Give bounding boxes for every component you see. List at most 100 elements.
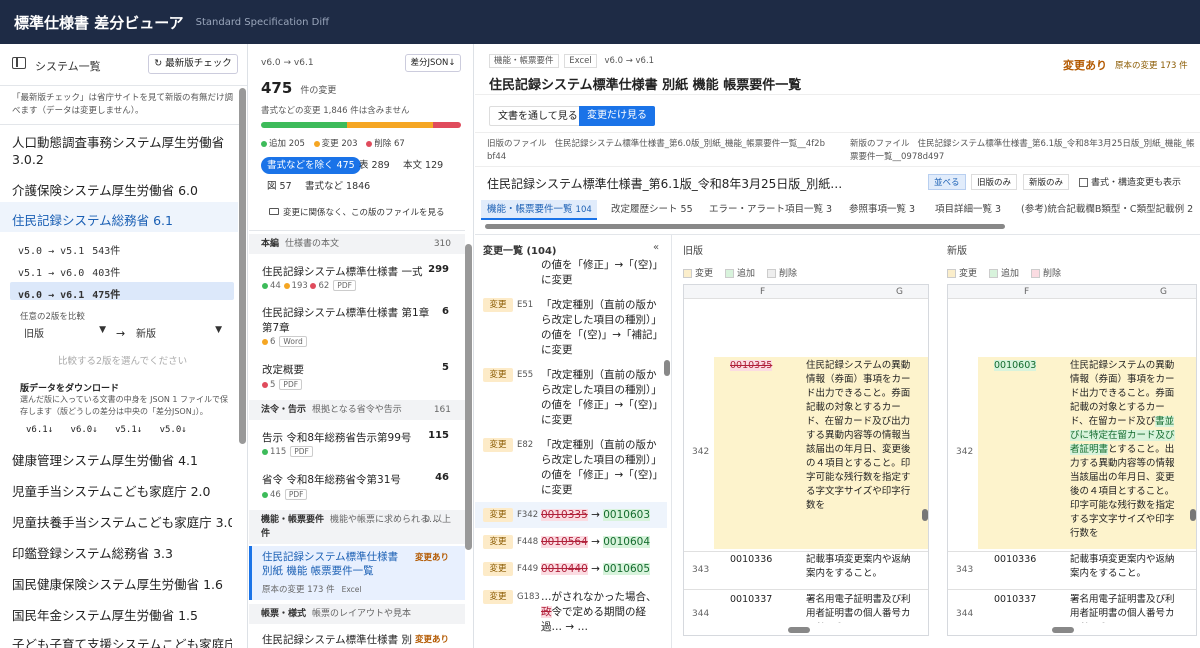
file-item[interactable]: 住民記録システム標準仕様書 第1章 第7章	[262, 306, 432, 336]
file-item[interactable]: 省令 令和8年総務省令第31号	[262, 472, 401, 487]
system-item[interactable]: 健康管理システム厚生労働省 4.1	[12, 450, 232, 469]
new-version-select[interactable]: 新版 ▼	[136, 326, 222, 344]
chevron-down-icon: ▼	[99, 325, 106, 335]
file-item[interactable]: 改定概要	[262, 362, 304, 377]
compare-label: 任意の2版を比較	[20, 312, 85, 322]
sheet-header-row	[684, 285, 928, 299]
change-ratio-bar	[261, 122, 461, 128]
change-item[interactable]: 変更 E55 「改定種別（直前の版から改定した項目の種別）」の値を「修正」→「(空)…	[475, 368, 667, 432]
sidebar-toggle-icon[interactable]	[12, 57, 26, 69]
download-title: 版データをダウンロード	[20, 384, 120, 394]
tabs-scrollbar[interactable]	[485, 224, 1005, 229]
tab-sheet[interactable]: 改定履歴シート 55	[611, 200, 693, 220]
version-item[interactable]: v5.0 → v5.1 543件	[18, 242, 120, 257]
new-sheet-hscroll[interactable]	[1052, 627, 1074, 633]
changes-scrollbar[interactable]	[664, 360, 670, 376]
download-link[interactable]: v5.0↓	[160, 425, 187, 435]
filter-chip-selected[interactable]: 書式などを除く 475	[261, 157, 361, 174]
system-item[interactable]: 国民健康保険システム厚生労働省 1.6	[12, 574, 232, 593]
file-item[interactable]: 住民記録システム標準仕様書 別紙 機能 帳票要件一覧	[262, 550, 412, 578]
system-item[interactable]: 介護保険システム厚生労働省 6.0	[12, 180, 232, 199]
change-item[interactable]: 変更 F449 0010440 → 0010605	[475, 562, 667, 580]
mode-old-only[interactable]: 旧版のみ	[971, 174, 1018, 190]
download-link[interactable]: v6.1↓	[26, 425, 53, 435]
status-note: 原本の変更 173 件	[1115, 61, 1188, 71]
system-item[interactable]: 子ども子育て支援システムこども家庭庁	[12, 634, 232, 648]
mode-new-only[interactable]: 新版のみ	[1023, 174, 1070, 190]
system-item[interactable]: 児童手当システムこども家庭庁 2.0	[12, 481, 232, 500]
new-file-info: 新版のファイル 住民記録システム標準仕様書_第6.1版_令和8年3月25日版_別紙…	[850, 139, 1195, 162]
new-sheet: F G 342 0010603 住民記録システムの異動情報（券面）事項をカード出…	[947, 284, 1197, 636]
change-item[interactable]: 変更 F448 0010564 → 0010604	[475, 535, 667, 553]
download-link[interactable]: v5.1↓	[115, 425, 142, 435]
change-list-panel: v6.0 → v6.1 差分JSON↓ 475 件の変更 書式などの変更 1,8…	[249, 44, 474, 648]
new-sheet-vscroll[interactable]	[1190, 509, 1196, 521]
diff-range: v6.0 → v6.1	[261, 58, 314, 68]
version-item[interactable]: v6.0 → v6.1 475件	[18, 286, 120, 301]
sidebar-scrollbar[interactable]	[239, 88, 246, 444]
old-sheet-hscroll[interactable]	[788, 627, 810, 633]
tab-view-changes[interactable]: 変更だけ見る	[579, 106, 655, 126]
filter-chip[interactable]: 図 57	[261, 178, 298, 195]
system-item[interactable]: 国民年金システム厚生労働省 1.5	[12, 605, 232, 624]
old-sheet: F G 342 0010335 住民記録システムの異動情報（券面）事項をカード出…	[683, 284, 929, 636]
arrow-icon: →	[116, 327, 126, 340]
old-file-info: 旧版のファイル 住民記録システム標準仕様書_第6.0版_別紙_機能_帳票要件一覧_…	[487, 139, 825, 162]
filter-chip[interactable]: 書式など 1846	[299, 178, 376, 195]
refresh-icon: ↻	[154, 58, 163, 69]
change-item[interactable]: 変更 G183 …がされなかった場合、政令で定める期間の経過… → …	[475, 590, 667, 642]
change-item[interactable]: の値を「修正」→「(空)」に変更	[475, 258, 667, 288]
section-header: 機能・帳票要件 機能や帳票に求められる… 0 以上件	[249, 510, 465, 544]
compare-hint: 比較する2版を選んでください	[58, 356, 188, 367]
bar-change	[347, 122, 433, 128]
change-item[interactable]: 変更 F342 0010335 → 0010603	[475, 508, 667, 526]
status-badge: 変更あり	[414, 635, 449, 645]
diff-json-button[interactable]: 差分JSON↓	[405, 54, 461, 72]
tab-sheet[interactable]: 参照事項一覧 3	[849, 200, 915, 220]
format-toggle[interactable]: 書式・構造変更も表示	[1079, 175, 1181, 188]
file-meta: 46 PDF	[262, 489, 308, 500]
file-tags: 機能・帳票要件 Excel v6.0 → v6.1	[489, 54, 654, 68]
doc-title: 住民記録システム標準仕様書_第6.1版_令和8年3月25日版_別紙…	[487, 177, 843, 191]
list-scrollbar[interactable]	[465, 244, 472, 550]
new-pane-title: 新版	[947, 246, 967, 257]
file-item[interactable]: 告示 令和8年総務省告示第99号	[262, 430, 411, 445]
file-item[interactable]: 住民記録システム標準仕様書 別	[262, 632, 412, 647]
tab-sheet[interactable]: エラー・アラート項目一覧 3	[709, 200, 832, 220]
file-meta: 6 Word	[262, 336, 307, 347]
section-header: 法令・告示 根拠となる省令や告示 161	[249, 400, 465, 420]
old-version-select[interactable]: 旧版 ▼	[24, 326, 106, 344]
system-item[interactable]: 住民記録システム総務省 6.1	[12, 210, 232, 229]
show-all-files-link[interactable]: 変更に関係なく、この版のファイルを見る	[269, 206, 445, 218]
collapse-button[interactable]: «	[653, 242, 659, 253]
tab-view-whole[interactable]: 文書を通して見る	[489, 106, 587, 126]
section-header: 帳票・様式 帳票のレイアウトや見本	[249, 604, 465, 624]
bar-legend: 追加 205 変更 203 削除 67	[261, 137, 405, 149]
status-badge: 変更あり	[1063, 59, 1107, 72]
count-note: 書式などの変更 1,846 件は含みません	[261, 106, 410, 116]
tab-sheet[interactable]: (参考)統合記載欄B類型・C類型記載例 2	[1021, 200, 1200, 220]
filter-chip[interactable]: 表 289	[353, 157, 396, 174]
download-link[interactable]: v6.0↓	[71, 425, 98, 435]
status-badge: 変更あり	[414, 553, 449, 563]
version-item[interactable]: v5.1 → v6.0 403件	[18, 264, 120, 279]
download-note: 選んだ版に入っている文書の中身を JSON 1 ファイルで保存します（版どうしの…	[20, 395, 229, 416]
old-sheet-vscroll[interactable]	[922, 509, 928, 521]
filter-chip[interactable]: 本文 129	[397, 157, 449, 174]
file-meta: 115 PDF	[262, 446, 313, 457]
tab-sheet[interactable]: 機能・帳票要件一覧 104	[487, 200, 592, 220]
folder-icon	[269, 208, 279, 215]
checkbox-icon[interactable]	[1079, 178, 1088, 187]
change-item[interactable]: 変更 E82 「改定種別（直前の版から改定した項目の種別）」の値を「修正」→「(空)…	[475, 438, 667, 502]
tab-sheet[interactable]: 項目詳細一覧 3	[935, 200, 1001, 220]
system-item[interactable]: 児童扶養手当システムこども家庭庁 3.0	[12, 512, 232, 531]
mode-side-by-side[interactable]: 並べる	[928, 174, 966, 190]
system-item[interactable]: 人口動態調査事務システム厚生労働省 3.0.2	[12, 134, 232, 168]
detail-panel: 機能・帳票要件 Excel v6.0 → v6.1 住民記録システム標準仕様書 …	[475, 44, 1200, 648]
file-meta: 44 193 62 PDF	[262, 280, 356, 291]
file-item[interactable]: 住民記録システム標準仕様書 一式	[262, 264, 423, 279]
change-item[interactable]: 変更 E51 「改定種別（直前の版から改定した項目の種別）」の値を「(空)」→「補記…	[475, 298, 667, 362]
changes-list-title: 変更一覧 (104)	[483, 246, 557, 257]
latest-check-button[interactable]: ↻ 最新版チェック	[148, 54, 238, 74]
system-item[interactable]: 印鑑登録システム総務省 3.3	[12, 543, 232, 562]
